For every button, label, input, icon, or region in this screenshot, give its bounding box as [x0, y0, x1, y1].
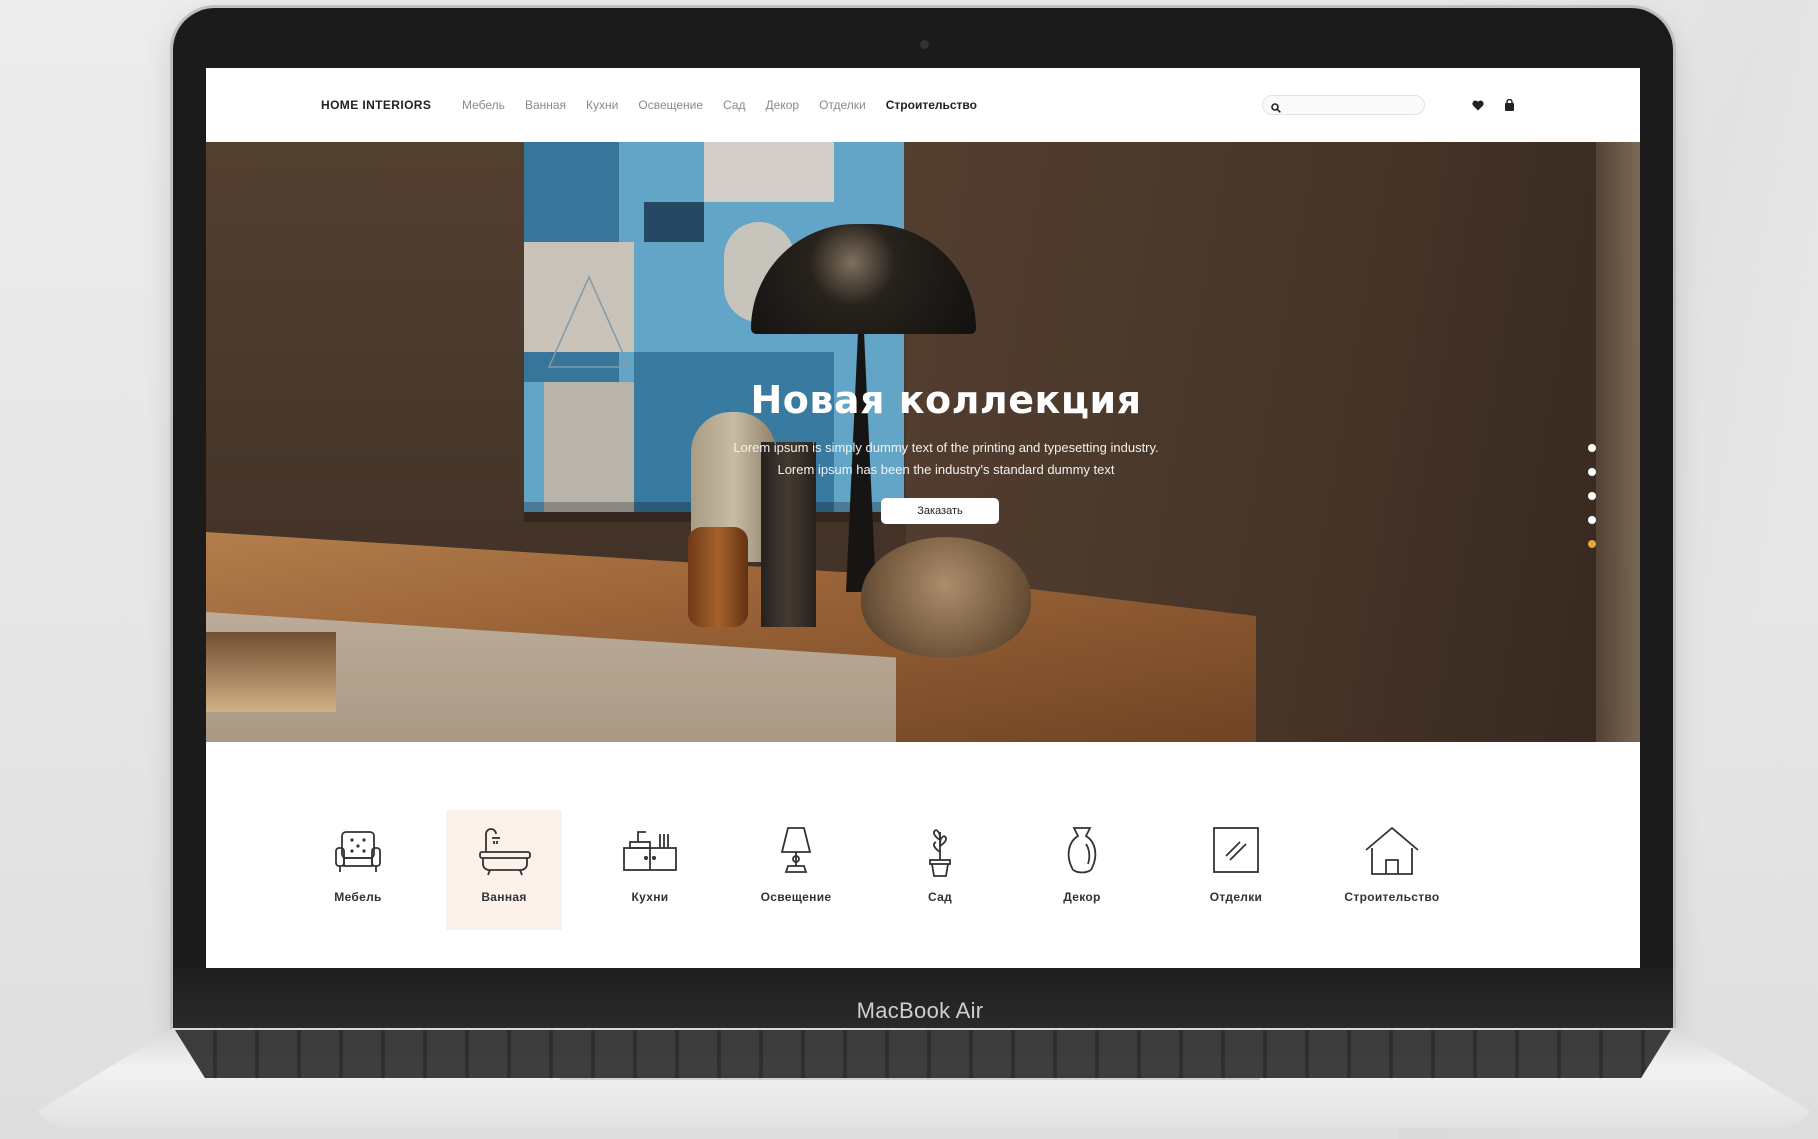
- house-icon: [1365, 826, 1419, 875]
- main-nav: Мебель Ванная Кухни Освещение Сад Декор …: [462, 98, 997, 112]
- category-label: Отделки: [1209, 890, 1263, 904]
- glass-panel-icon: [1213, 827, 1259, 873]
- slide-dot-5[interactable]: [1588, 540, 1596, 548]
- hero-text-line-1: Lorem ipsum is simply dummy text of the …: [733, 440, 1159, 455]
- keyboard: [175, 1030, 1671, 1078]
- slide-dot-2[interactable]: [1588, 468, 1596, 476]
- nav-link-decor[interactable]: Декор: [766, 98, 800, 112]
- category-label: Строительство: [1344, 890, 1440, 904]
- category-label: Мебель: [334, 890, 382, 904]
- trackpad-edge: [560, 1078, 1260, 1080]
- slider-pagination: [1588, 444, 1596, 548]
- category-lighting[interactable]: Освещение: [738, 810, 854, 930]
- slide-dot-1[interactable]: [1588, 444, 1596, 452]
- hero-banner: Новая коллекция Lorem ipsum is simply du…: [206, 142, 1640, 742]
- hero-text-line-2: Lorem ipsum has been the industry's stan…: [777, 462, 1115, 477]
- nav-link-finishes[interactable]: Отделки: [819, 98, 866, 112]
- search-icon[interactable]: [1271, 100, 1281, 113]
- table-lamp-icon: [780, 827, 812, 873]
- site-logo[interactable]: HOME INTERIORS: [321, 98, 431, 112]
- category-label: Ванная: [481, 890, 527, 904]
- top-navbar: HOME INTERIORS Мебель Ванная Кухни Освещ…: [206, 68, 1640, 142]
- category-construction[interactable]: Строительство: [1334, 810, 1450, 930]
- website-screen: HOME INTERIORS Мебель Ванная Кухни Освещ…: [206, 68, 1640, 968]
- heart-icon[interactable]: [1471, 98, 1485, 112]
- vase-icon: [1067, 827, 1097, 874]
- kitchen-sink-icon: [623, 831, 677, 871]
- hero-description: Lorem ipsum is simply dummy text of the …: [206, 437, 1640, 481]
- category-bathroom[interactable]: Ванная: [446, 810, 562, 930]
- nav-link-garden[interactable]: Сад: [723, 98, 745, 112]
- potted-plant-icon: [929, 828, 951, 877]
- nav-link-furniture[interactable]: Мебель: [462, 98, 505, 112]
- category-kitchens[interactable]: Кухни: [592, 810, 708, 930]
- category-decor[interactable]: Декор: [1024, 810, 1140, 930]
- category-finishes[interactable]: Отделки: [1178, 810, 1294, 930]
- nav-link-bathroom[interactable]: Ванная: [525, 98, 566, 112]
- webcam: [920, 40, 929, 49]
- category-garden[interactable]: Сад: [882, 810, 998, 930]
- shopping-bag-icon[interactable]: [1502, 98, 1516, 112]
- hero-title: Новая коллекция: [750, 378, 1142, 422]
- nav-link-construction[interactable]: Строительство: [886, 98, 977, 112]
- category-furniture[interactable]: Мебель: [300, 810, 416, 930]
- armchair-icon: [335, 831, 381, 872]
- nav-link-kitchens[interactable]: Кухни: [586, 98, 618, 112]
- category-label: Сад: [927, 890, 952, 904]
- device-brand-label: MacBook Air: [856, 998, 984, 1023]
- slide-dot-3[interactable]: [1588, 492, 1596, 500]
- slide-dot-4[interactable]: [1588, 516, 1596, 524]
- nav-link-lighting[interactable]: Освещение: [638, 98, 703, 112]
- category-label: Кухни: [631, 890, 669, 904]
- category-strip: Мебель Ванная Кухни Освещение Сад Декор …: [206, 742, 1640, 968]
- bathtub-icon: [479, 828, 531, 876]
- category-label: Освещение: [760, 890, 832, 904]
- category-label: Декор: [1063, 890, 1101, 904]
- search-box[interactable]: [1262, 95, 1425, 115]
- order-button[interactable]: Заказать: [881, 498, 999, 524]
- search-input[interactable]: [1287, 98, 1417, 113]
